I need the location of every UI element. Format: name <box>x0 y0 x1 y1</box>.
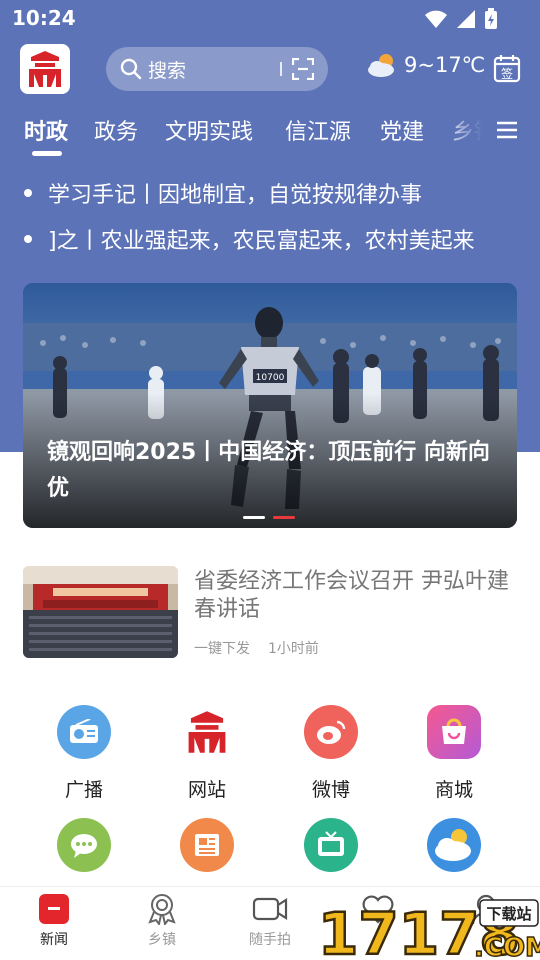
featured-banner[interactable]: 10700 镜观回响2025丨中国经济：顶压前行 向新向优 <box>23 283 517 528</box>
news-thumbnail[interactable] <box>23 566 178 658</box>
weather-temperature: 9~17℃ <box>404 53 486 77</box>
website-logo-icon <box>180 705 234 759</box>
status-icons <box>424 8 498 30</box>
weather-cloud-icon <box>427 818 481 872</box>
headline-item[interactable]: 学习手记丨因地制宜，自觉按规律办事 <box>24 177 524 209</box>
tab-shizheng[interactable]: 时政 <box>24 114 68 146</box>
service-radio[interactable]: 广播 <box>34 705 134 802</box>
service-weather[interactable] <box>404 818 504 872</box>
watermark-badge: 下载站 <box>486 905 531 923</box>
news-tab-icon <box>39 894 69 924</box>
category-tabs: 时政 政务 文明实践 信江源 党建 乡镇 <box>0 108 540 160</box>
calendar-label: 签 <box>501 66 513 81</box>
shop-bag-icon <box>427 705 481 759</box>
headline-text: ]之丨农业强起来，农民富起来，农村美起来 <box>48 229 475 254</box>
service-wechat[interactable] <box>34 818 134 872</box>
headline-item[interactable]: ]之丨农业强起来，农民富起来，农村美起来 <box>24 223 524 255</box>
carousel-indicator <box>243 516 295 519</box>
service-label: 商城 <box>434 779 473 801</box>
service-newspaper[interactable] <box>157 818 257 872</box>
search-icon <box>120 58 142 80</box>
wifi-icon <box>425 10 447 28</box>
tab-wenming[interactable]: 文明实践 <box>165 114 253 146</box>
carousel-dot[interactable] <box>243 516 265 519</box>
search-divider <box>280 62 282 76</box>
calendar-signin-icon[interactable]: 签 <box>493 53 521 83</box>
service-label: 微博 <box>311 779 350 801</box>
news-time: 1小时前 <box>268 641 319 657</box>
active-tab-indicator <box>32 151 62 156</box>
service-label: 网站 <box>187 779 226 801</box>
scan-icon[interactable] <box>292 58 314 80</box>
tab-dangjian[interactable]: 党建 <box>380 114 424 146</box>
nav-label: 新闻 <box>40 932 68 948</box>
nav-township[interactable]: 乡镇 <box>112 893 212 949</box>
status-time: 10:24 <box>12 6 76 30</box>
battery-icon <box>485 8 497 29</box>
signal-icon <box>457 10 475 28</box>
bullet-dot <box>24 189 32 197</box>
service-tv[interactable] <box>281 818 381 872</box>
partly-cloudy-icon <box>368 54 394 77</box>
watermark-domain: .COM <box>474 933 540 960</box>
search-placeholder: 搜索 <box>148 59 187 82</box>
service-weibo[interactable]: 微博 <box>281 705 381 802</box>
search-bar[interactable]: 搜索 <box>106 47 328 91</box>
badge-icon <box>148 894 176 925</box>
banner-title: 镜观回响2025丨中国经济：顶压前行 向新向优 <box>47 440 490 501</box>
bullet-dot <box>24 235 32 243</box>
app-logo[interactable] <box>20 44 70 94</box>
carousel-dot-active[interactable] <box>273 516 295 519</box>
service-shop[interactable]: 商城 <box>404 705 504 802</box>
weibo-icon <box>304 705 358 759</box>
headline-text: 学习手记丨因地制宜，自觉按规律办事 <box>48 183 423 208</box>
conference-hall-image <box>23 566 178 658</box>
wechat-icon <box>57 818 111 872</box>
news-meta: 一键下发 1小时前 <box>194 638 319 658</box>
service-label: 广播 <box>64 779 103 801</box>
nav-news[interactable]: 新闻 <box>4 893 104 949</box>
nav-label: 随手拍 <box>249 932 291 948</box>
weather-widget[interactable]: 9~17℃ <box>366 52 485 78</box>
tab-zhengwu[interactable]: 政务 <box>94 114 138 146</box>
tab-fade <box>440 108 500 160</box>
video-camera-icon <box>252 897 288 921</box>
news-title[interactable]: 省委经济工作会议召开 尹弘叶建春讲话 <box>194 568 518 624</box>
news-source: 一键下发 <box>194 641 250 657</box>
tv-icon <box>304 818 358 872</box>
site-watermark: 17178 下载站 .COM <box>317 899 540 960</box>
nav-snapshot[interactable]: 随手拍 <box>220 893 320 949</box>
newspaper-icon <box>180 818 234 872</box>
tab-xinjiangyuan[interactable]: 信江源 <box>285 114 351 146</box>
app-logo-icon <box>29 51 61 87</box>
menu-icon[interactable] <box>496 120 518 140</box>
service-website[interactable]: 网站 <box>157 705 257 802</box>
status-bar: 10:24 <box>0 0 540 36</box>
radio-icon <box>57 705 111 759</box>
nav-label: 乡镇 <box>148 932 176 948</box>
